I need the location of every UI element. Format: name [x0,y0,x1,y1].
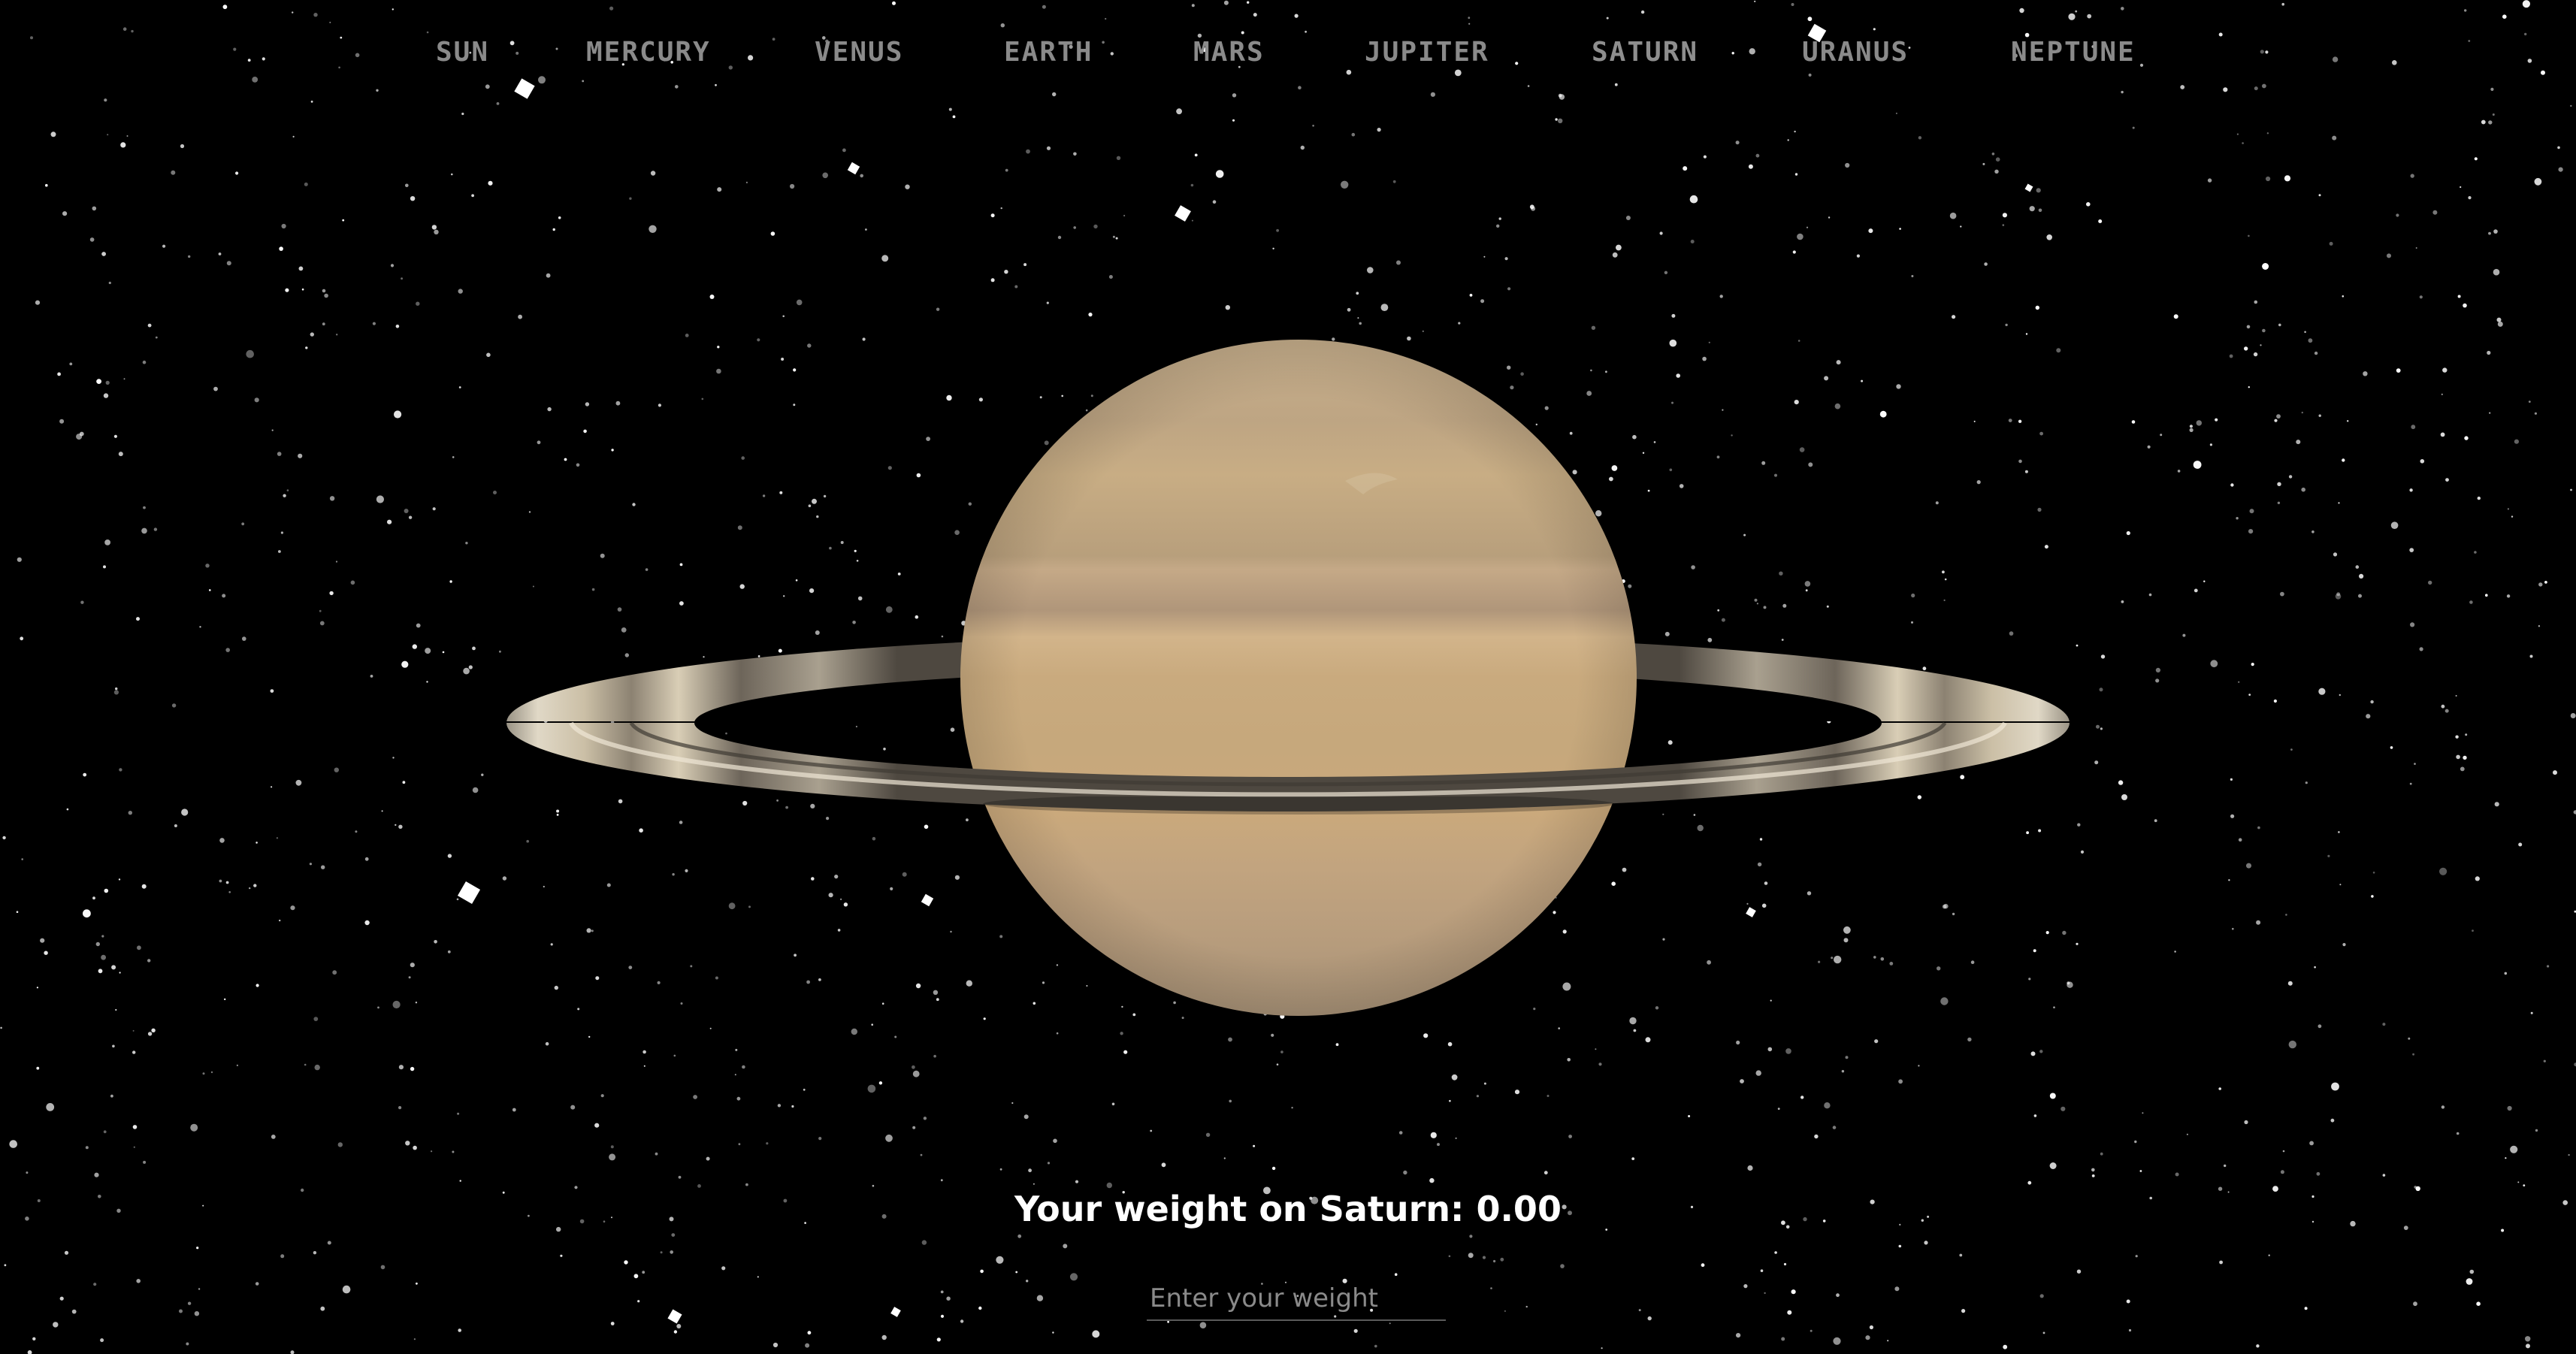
saturn-body [960,340,1637,1016]
nav-item-saturn[interactable]: SATURN [1592,33,1698,72]
nav-item-uranus[interactable]: URANUS [1802,33,1909,72]
weight-input[interactable] [1147,1277,1446,1321]
nav-item-earth[interactable]: EARTH [1004,33,1093,72]
nav-item-mars[interactable]: MARS [1193,33,1265,72]
nav-item-sun[interactable]: SUN [436,33,489,72]
nav-item-neptune[interactable]: NEPTUNE [2011,33,2136,72]
planet-viewer-page: SUN MERCURY VENUS EARTH MARS JUPITER SAT… [0,0,2576,1354]
ring-shadow [983,796,1614,815]
nav-item-jupiter[interactable]: JUPITER [1365,33,1489,72]
planet-nav: SUN MERCURY VENUS EARTH MARS JUPITER SAT… [0,33,2576,72]
nav-item-venus[interactable]: VENUS [815,33,903,72]
saturn-render[interactable] [0,0,2576,1354]
weight-value: 0.00 [1476,1189,1562,1229]
weight-readout: Your weight on Saturn: 0.00 [0,1189,2576,1229]
weight-label: Your weight on Saturn: [1014,1189,1465,1229]
nav-item-mercury[interactable]: MERCURY [586,33,711,72]
